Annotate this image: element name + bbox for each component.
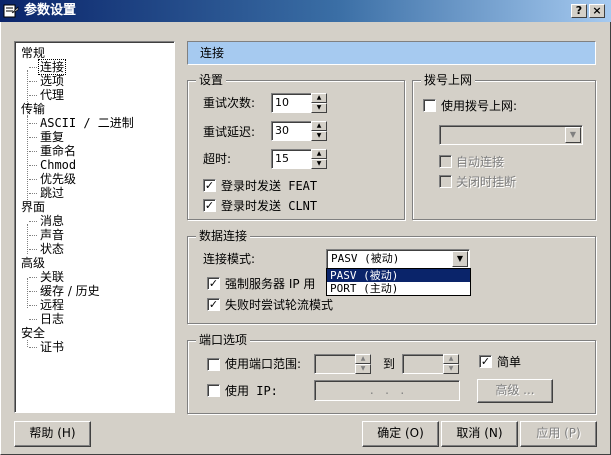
spin-down-icon[interactable]: ▼ — [311, 131, 327, 141]
tree-item-general[interactable]: 常规 — [21, 46, 45, 60]
chevron-down-icon[interactable]: ▼ — [452, 251, 468, 267]
use-dialup-checkbox[interactable] — [423, 99, 436, 112]
help-title-button[interactable]: ? — [571, 4, 587, 18]
tree-item-rename[interactable]: 重命名 — [40, 144, 76, 158]
tree-item-advanced[interactable]: 高级 — [21, 256, 45, 270]
timeout-field[interactable]: 15 — [271, 149, 312, 169]
connection-mode-label: 连接模式: — [203, 252, 256, 266]
tree-item-chmod[interactable]: Chmod — [40, 158, 76, 172]
port-range-to-label: 到 — [383, 357, 396, 371]
force-server-ip-label: 强制服务器 IP 用 — [225, 277, 316, 291]
hangup-checkbox[interactable] — [439, 175, 452, 188]
retry-count-label: 重试次数: — [203, 96, 256, 110]
spin-up-icon[interactable]: ▲ — [311, 149, 327, 159]
tree-item-interface[interactable]: 界面 — [21, 200, 45, 214]
ip-address-field[interactable]: . . . — [314, 380, 460, 401]
use-port-range-checkbox[interactable] — [207, 358, 220, 371]
port-options-legend: 端口选项 — [196, 333, 251, 347]
dialup-connection-select[interactable]: ▼ — [439, 125, 583, 145]
chevron-down-icon[interactable]: ▼ — [565, 127, 581, 143]
timeout-stepper[interactable]: 15 ▲ ▼ — [271, 149, 327, 169]
mode-option-pasv[interactable]: PASV (被动) — [327, 269, 470, 282]
fallback-mode-checkbox[interactable]: ✓ — [207, 298, 220, 311]
tree-item-remote[interactable]: 远程 — [40, 298, 64, 312]
title-bar: 参数设置 ? × — [0, 0, 611, 22]
tree-item-cache-history[interactable]: 缓存 / 历史 — [40, 284, 100, 298]
retry-count-stepper[interactable]: 10 ▲ ▼ — [271, 93, 327, 113]
tree-item-options[interactable]: 选项 — [40, 74, 64, 88]
port-range-start-stepper[interactable]: ▲ ▼ — [314, 354, 371, 374]
tree-item-association[interactable]: 关联 — [40, 270, 64, 284]
timeout-label: 超时: — [203, 152, 232, 166]
tree-item-proxy[interactable]: 代理 — [40, 88, 64, 102]
help-button[interactable]: 帮助 (H) — [14, 421, 91, 447]
data-connection-legend: 数据连接 — [196, 229, 251, 243]
tree-item-status[interactable]: 状态 — [40, 242, 64, 256]
close-title-button[interactable]: × — [589, 4, 605, 18]
force-server-ip-checkbox[interactable]: ✓ — [207, 277, 220, 290]
spin-up-icon[interactable]: ▲ — [311, 121, 327, 131]
settings-app-icon — [3, 4, 19, 18]
spin-up-icon[interactable]: ▲ — [311, 93, 327, 103]
clnt-checkbox[interactable]: ✓ — [203, 199, 216, 212]
settings-group-legend: 设置 — [196, 73, 227, 87]
apply-button[interactable]: 应用 (P) — [520, 421, 597, 447]
window-title: 参数设置 — [24, 3, 77, 18]
port-range-start-field[interactable] — [314, 354, 356, 374]
retry-count-field[interactable]: 10 — [271, 93, 312, 113]
advanced-button[interactable]: 高级 ... — [477, 379, 553, 403]
feat-label: 登录时发送 FEAT — [221, 179, 318, 193]
use-ip-label: 使用 IP: — [225, 384, 278, 398]
retry-delay-field[interactable]: 30 — [271, 121, 312, 141]
panel-title: 连接 — [187, 41, 596, 65]
spin-up-icon[interactable]: ▲ — [355, 354, 371, 364]
tree-item-transfer[interactable]: 传输 — [21, 102, 45, 116]
use-port-range-label: 使用端口范围: — [225, 357, 302, 371]
use-dialup-label: 使用拨号上网: — [441, 99, 518, 113]
mode-option-port[interactable]: PORT (主动) — [327, 282, 470, 295]
dialup-group-legend: 拨号上网 — [421, 73, 476, 87]
tree-item-ascii-binary[interactable]: ASCII / 二进制 — [40, 116, 134, 130]
tree-item-duplicate[interactable]: 重复 — [40, 130, 64, 144]
retry-delay-label: 重试延迟: — [203, 125, 256, 139]
fallback-mode-label: 失败时尝试轮流模式 — [225, 298, 334, 312]
tree-item-messages[interactable]: 消息 — [40, 214, 64, 228]
clnt-label: 登录时发送 CLNT — [221, 199, 318, 213]
simple-checkbox[interactable]: ✓ — [479, 355, 492, 368]
connection-mode-select[interactable]: PASV (被动) ▼ — [326, 249, 470, 269]
tree-item-priority[interactable]: 优先级 — [40, 172, 76, 186]
auto-connect-label: 自动连接 — [456, 155, 505, 169]
port-range-end-field[interactable] — [402, 354, 444, 374]
close-icon: × — [592, 4, 602, 17]
hangup-label: 关闭时挂断 — [456, 175, 517, 189]
ok-button[interactable]: 确定 (O) — [362, 421, 439, 447]
tree-item-security[interactable]: 安全 — [21, 326, 45, 340]
tree-item-skip[interactable]: 跳过 — [40, 186, 64, 200]
spin-up-icon[interactable]: ▲ — [443, 354, 459, 364]
spin-down-icon[interactable]: ▼ — [311, 103, 327, 113]
auto-connect-checkbox[interactable] — [439, 155, 452, 168]
connection-mode-value: PASV (被动) — [331, 252, 400, 265]
simple-label: 简单 — [497, 355, 522, 369]
tree-item-connection[interactable]: 连接 — [37, 59, 67, 75]
spin-down-icon[interactable]: ▼ — [311, 159, 327, 169]
tree-item-label: 连接 — [37, 59, 67, 75]
feat-checkbox[interactable]: ✓ — [203, 179, 216, 192]
connection-mode-dropdown[interactable]: PASV (被动) PORT (主动) — [326, 268, 471, 296]
port-range-end-stepper[interactable]: ▲ ▼ — [402, 354, 459, 374]
tree-item-sound[interactable]: 声音 — [40, 228, 64, 242]
retry-delay-stepper[interactable]: 30 ▲ ▼ — [271, 121, 327, 141]
category-tree[interactable]: 常规 连接 选项 代理 传输 ASCII / 二进制 重复 重命名 Chmod … — [14, 41, 175, 413]
cancel-button[interactable]: 取消 (N) — [441, 421, 518, 447]
tree-item-certificate[interactable]: 证书 — [40, 340, 64, 354]
use-ip-checkbox[interactable] — [207, 384, 220, 397]
help-icon: ? — [575, 4, 583, 17]
tree-item-log[interactable]: 日志 — [40, 312, 64, 326]
spin-down-icon[interactable]: ▼ — [443, 364, 459, 374]
spin-down-icon[interactable]: ▼ — [355, 364, 371, 374]
